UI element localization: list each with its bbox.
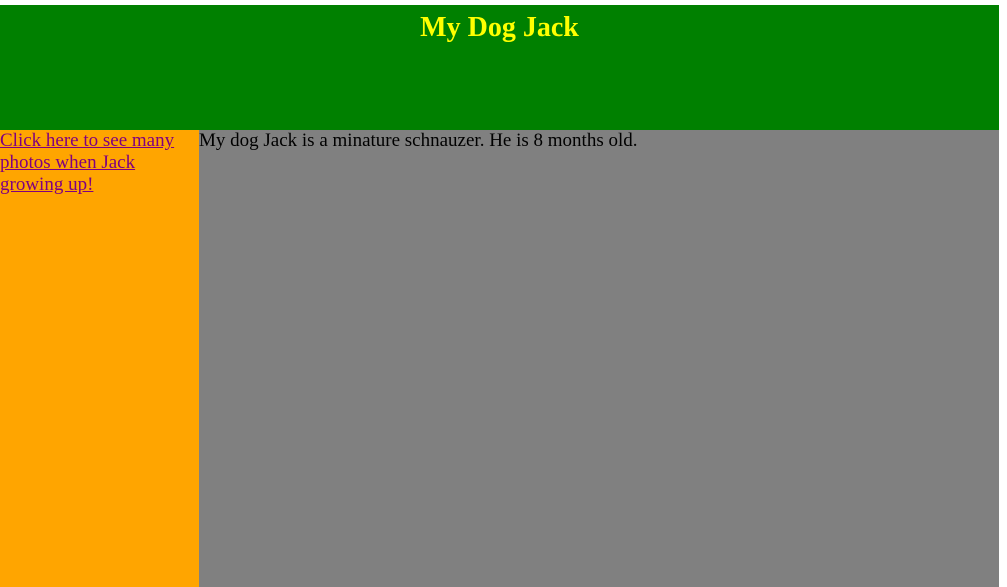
page-title: My Dog Jack [420, 12, 579, 43]
photos-link[interactable]: Click here to see many photos when Jack … [0, 130, 199, 196]
page: My Dog Jack Click here to see many photo… [0, 0, 1007, 587]
main-content: My dog Jack is a minature schnauzer. He … [199, 130, 999, 587]
header-banner: My Dog Jack [0, 5, 999, 130]
intro-text: My dog Jack is a minature schnauzer. He … [199, 130, 638, 151]
sidebar: Click here to see many photos when Jack … [0, 130, 199, 587]
